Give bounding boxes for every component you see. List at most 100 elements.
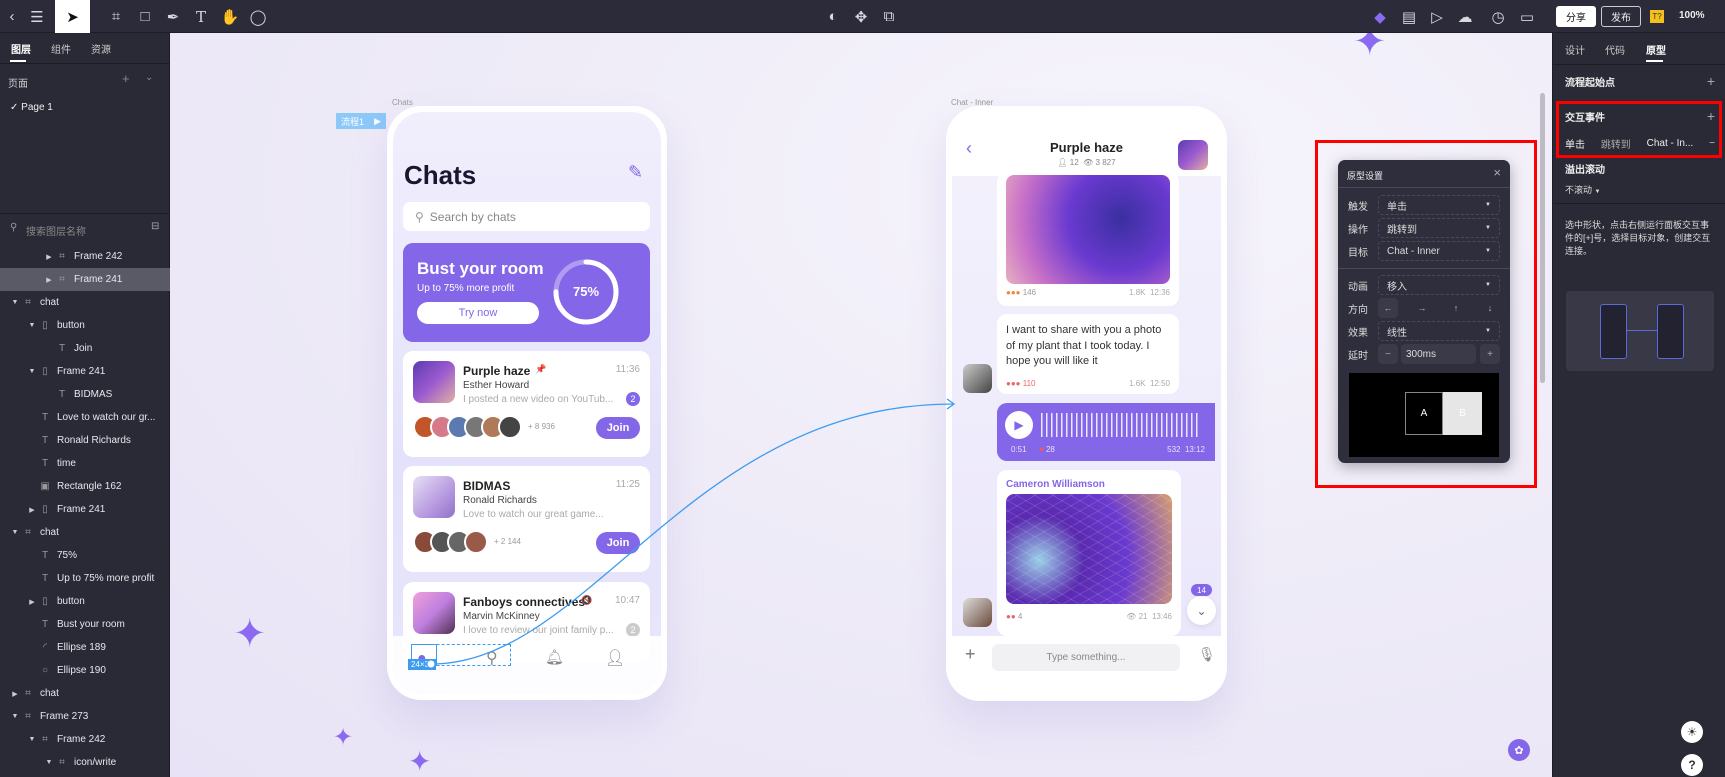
chevron-down-icon[interactable]: ⌄ [145,72,153,83]
direction-up-button[interactable]: ↑ [1446,298,1466,318]
frame-tool-icon[interactable]: ⌗ [104,0,128,33]
plugin-badge[interactable]: T? [1650,10,1664,23]
play-icon[interactable]: ▷ [1427,0,1447,33]
tab-components[interactable]: 组件 [51,41,71,56]
select-tool-icon[interactable]: ➤ [55,0,90,33]
trigger-select[interactable]: 单击 ▼ [1378,195,1500,215]
hand-tool-icon[interactable]: ✋ [220,0,240,33]
rectangle-tool-icon[interactable]: □ [133,0,157,33]
layer-item[interactable]: ▶ ▯ Frame 241 [0,498,170,521]
expand-toggle-icon[interactable]: ▶ [27,506,37,514]
prototype-hint: 选中形状，点击右侧运行面板交互事件的[+]号，选择目标对象，创建交互连接。 [1565,220,1711,256]
search-icon: ⚲ [10,222,18,233]
ai-assistant-icon[interactable]: ◆ [1370,0,1390,33]
layer-item[interactable]: ◜ Ellipse 189 [0,636,170,659]
animation-row: 动画 移入 ▼ [1348,275,1500,295]
add-interaction-icon[interactable]: + [1707,108,1715,124]
layer-item[interactable]: ▼ ⌗ chat [0,291,170,314]
contrast-icon[interactable]: ◐ [823,0,843,33]
expand-toggle-icon[interactable]: ▼ [44,759,54,766]
expand-toggle-icon[interactable]: ▼ [10,713,20,720]
tab-design[interactable]: 设计 [1565,42,1585,57]
layer-item[interactable]: ▶ ⌗ chat [0,682,170,705]
layer-item[interactable]: ▼ ⌗ Frame 242 [0,728,170,751]
layer-item[interactable]: ▶ ▯ button [0,590,170,613]
direction-down-button[interactable]: ↓ [1480,298,1500,318]
archive-icon[interactable]: ▤ [1399,0,1419,33]
expand-toggle-icon[interactable]: ▼ [10,299,20,306]
layer-item[interactable]: ▼ ⌗ icon/write [0,751,170,774]
tab-prototype[interactable]: 原型 [1646,42,1666,57]
layer-item[interactable]: ▼ ⌗ chat [0,521,170,544]
layer-item[interactable]: ▶ ⌗ Frame 241 [0,268,170,291]
preview-frame-b: B [1443,392,1482,435]
collapse-layers-icon[interactable]: ⊟ [151,221,159,232]
layer-item[interactable]: ▼ ⌗ Frame 273 [0,705,170,728]
text-tool-icon[interactable]: T [191,0,211,33]
tab-layers[interactable]: 图层 [11,41,31,56]
history-icon[interactable]: ◷ [1487,0,1509,33]
layer-item[interactable]: Ttime [0,452,170,475]
layer-item[interactable]: ▼ ▯ button [0,314,170,337]
boolean-icon[interactable]: ⧉ [879,0,899,33]
layer-item[interactable]: T Up to 75% more profit [0,567,170,590]
help-icon[interactable]: ? [1681,754,1703,776]
menu-icon[interactable]: ☰ [26,0,48,33]
expand-toggle-icon[interactable]: ▼ [27,368,37,375]
effect-select[interactable]: 线性 ▼ [1378,321,1500,341]
expand-toggle-icon[interactable]: ▶ [10,690,20,698]
connector-handle[interactable] [426,659,436,669]
tab-assets[interactable]: 资源 [91,41,111,56]
publish-button[interactable]: 发布 [1601,6,1641,27]
tab-code[interactable]: 代码 [1605,42,1625,57]
layer-label: chat [40,527,59,538]
layer-item[interactable]: T Love to watch our gr... [0,406,170,429]
overflow-select[interactable]: 不滚动 ▼ [1565,183,1600,196]
add-flow-icon[interactable]: + [1707,73,1715,89]
delay-input[interactable]: 300ms [1401,344,1476,364]
assistant-icon[interactable]: ✿ [1508,739,1530,761]
layer-item[interactable]: ▼ ▯ Frame 241 [0,360,170,383]
layer-search-input[interactable]: 搜索图层名称 [26,223,86,238]
page-item[interactable]: ✓ Page 1 [10,102,53,113]
remove-interaction-icon[interactable]: − [1709,138,1715,149]
layer-item[interactable]: T 75% [0,544,170,567]
expand-toggle-icon[interactable]: ▶ [44,253,54,261]
layer-label: Frame 242 [57,734,106,745]
layer-item[interactable]: T Ronald Richards [0,429,170,452]
add-page-icon[interactable]: + [122,71,130,86]
theme-toggle-icon[interactable]: ☀ [1681,721,1703,743]
layer-item[interactable]: T Bust your room [0,613,170,636]
expand-toggle-icon[interactable]: ▶ [27,598,37,606]
upload-cloud-icon[interactable]: ☁ [1455,0,1475,33]
flow-line[interactable] [430,403,954,665]
layer-item[interactable]: T Join [0,337,170,360]
direction-right-button[interactable]: → [1412,298,1432,318]
delay-decrement-button[interactable]: − [1378,344,1398,364]
zoom-level[interactable]: 100% [1679,10,1705,21]
share-button[interactable]: 分享 [1556,6,1596,27]
pen-tool-icon[interactable]: ✒ [163,0,183,33]
delay-increment-button[interactable]: + [1480,344,1500,364]
layer-item[interactable]: ○ Ellipse 190 [0,659,170,682]
layer-item[interactable]: ▶ ⌗ Frame 242 [0,245,170,268]
layout-icon[interactable]: ▭ [1516,0,1538,33]
animation-select[interactable]: 移入 ▼ [1378,275,1500,295]
canvas-scrollbar[interactable] [1540,93,1545,383]
expand-toggle-icon[interactable]: ▶ [44,276,54,284]
action-select[interactable]: 跳转到 ▼ [1378,218,1500,238]
layer-item[interactable]: T BIDMAS [0,383,170,406]
target-select[interactable]: Chat - Inner ▼ [1378,241,1500,261]
close-icon[interactable]: × [1493,165,1501,180]
expand-toggle-icon[interactable]: ▼ [27,322,37,329]
back-icon[interactable]: ‹ [2,0,22,33]
expand-toggle-icon[interactable]: ▼ [27,736,37,743]
comment-tool-icon[interactable]: ◯ [248,0,268,33]
direction-left-button[interactable]: ← [1378,298,1398,318]
expand-toggle-icon[interactable]: ▼ [10,529,20,536]
text-layer-icon: T [41,550,49,561]
interaction-item[interactable]: 单击 跳转到 Chat - In... − [1565,136,1715,151]
design-canvas[interactable]: ✦ ✦ ✦ ✦ 流程1 ▶ Chats Chats ✎ ⚲ Search by ch… [170,33,1552,777]
layer-item[interactable]: ▣ Rectangle 162 [0,475,170,498]
move-icon[interactable]: ✥ [851,0,871,33]
